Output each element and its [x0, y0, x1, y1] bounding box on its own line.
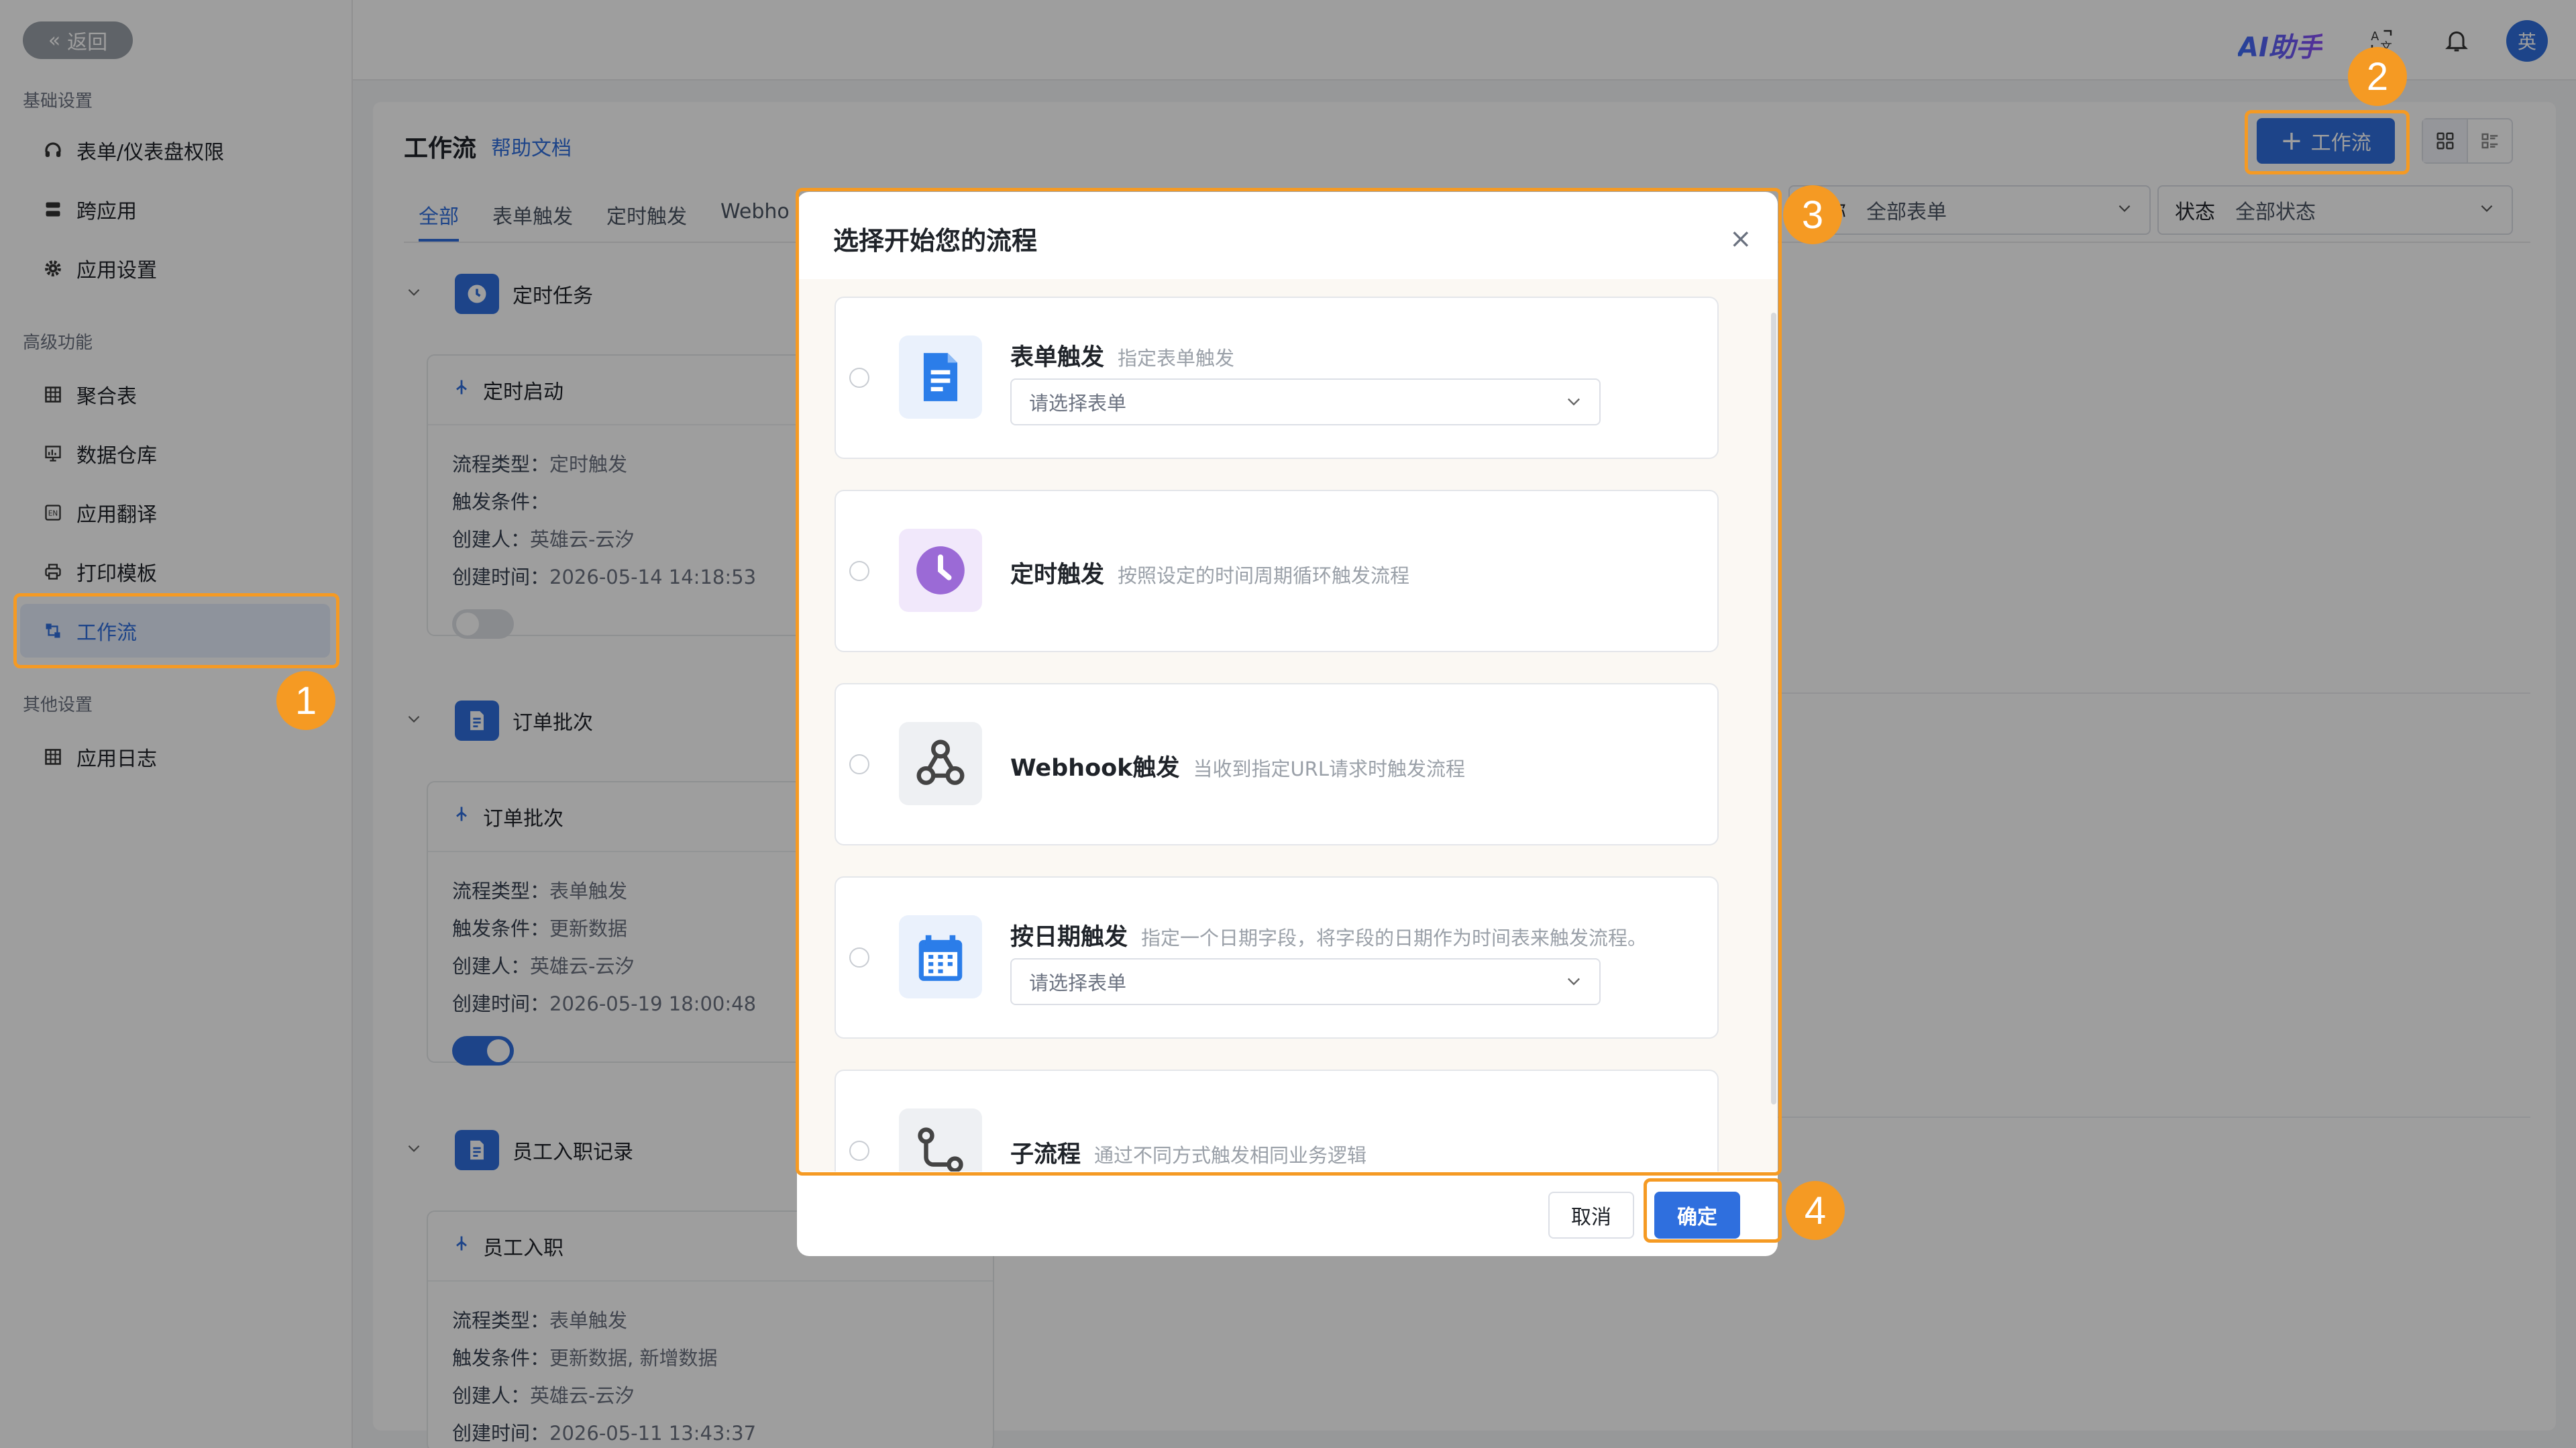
dialog-footer: 取消 确定	[797, 1172, 1778, 1256]
highlight-add-workflow	[2245, 110, 2410, 174]
callout-badge-3: 3	[1783, 185, 1842, 244]
highlight-trigger-options	[796, 188, 1782, 1176]
callout-badge-4: 4	[1786, 1181, 1845, 1240]
highlight-confirm-button	[1644, 1178, 1782, 1243]
cancel-button[interactable]: 取消	[1548, 1192, 1634, 1239]
callout-badge-1: 1	[276, 671, 335, 730]
highlight-workflow-menu	[13, 593, 339, 668]
callout-badge-2: 2	[2348, 47, 2407, 106]
